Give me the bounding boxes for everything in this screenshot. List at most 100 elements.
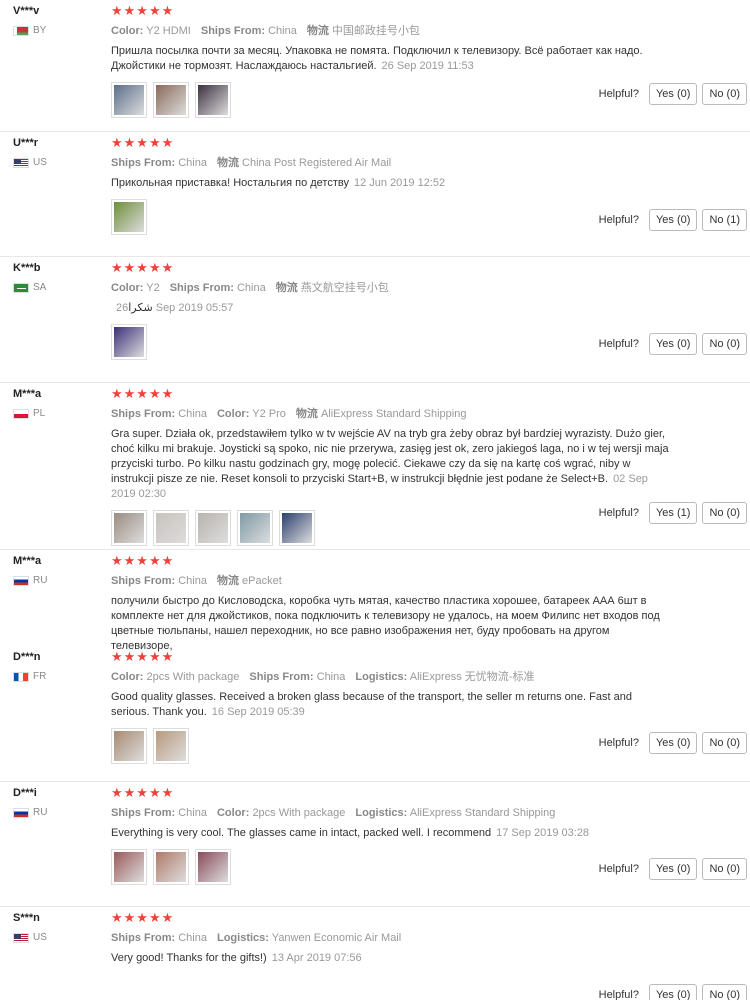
country-flag-icon [13, 672, 29, 682]
review-content: ★★★★★ Ships From: China Color: 2pcs With p… [111, 786, 671, 885]
review-photo-thumbnail[interactable] [111, 199, 147, 235]
review-body: Good quality glasses. Received a broken … [111, 691, 632, 718]
helpful-yes-button[interactable]: Yes (0) [648, 732, 698, 754]
order-info-label: Ships From: [111, 408, 176, 420]
helpful-label: Helpful? [598, 863, 639, 875]
order-info-value: 中国邮政挂号小包 [331, 25, 420, 37]
review-text: Very good! Thanks for the gifts!) 13 Apr … [111, 951, 671, 966]
country-flag-icon [13, 158, 29, 168]
helpful-label: Helpful? [598, 214, 639, 226]
order-info-value: China [316, 671, 346, 683]
review-photo-thumbnail[interactable] [195, 510, 231, 546]
helpful-no-button[interactable]: No (0) [702, 984, 747, 1000]
order-info-value: China [178, 932, 207, 944]
helpful-yes-button[interactable]: Yes (0) [648, 984, 698, 1000]
review-photo-thumbnail[interactable] [111, 728, 147, 764]
review-photos [111, 849, 671, 885]
order-info-label: Color: [216, 807, 250, 819]
order-info-value: China [268, 25, 297, 37]
country-code: SA [33, 282, 47, 293]
review-photo-thumbnail[interactable] [111, 324, 147, 360]
helpful-no-button[interactable]: No (1) [702, 209, 747, 231]
reviewer-country: US [13, 932, 103, 944]
order-info: Ships From: China Color: 2pcs With packag… [111, 806, 671, 820]
order-info-label: Ships From: [111, 157, 176, 169]
order-info-value: Y2 HDMI [146, 25, 191, 37]
order-info-label: Ships From: [111, 575, 176, 587]
reviewer-info: M***a PL [13, 387, 103, 420]
helpful-yes-button[interactable]: Yes (0) [648, 83, 698, 105]
reviewer-info: V***v BY [13, 4, 103, 37]
order-info-label: Logistics: [355, 807, 408, 819]
reviewer-name: U***r [13, 137, 39, 149]
star-rating: ★★★★★ [111, 649, 175, 664]
star-rating: ★★★★★ [111, 135, 175, 150]
helpful-no-button[interactable]: No (0) [702, 83, 747, 105]
country-flag-icon [13, 808, 29, 818]
review-photos [111, 324, 671, 360]
review-photo-thumbnail[interactable] [111, 82, 147, 118]
review-date: 17 Sep 2019 03:28 [496, 827, 590, 839]
star-rating: ★★★★★ [111, 386, 175, 401]
helpful-vote: Helpful? Yes (1) No (0) [599, 502, 747, 524]
review-photo-thumbnail[interactable] [237, 510, 273, 546]
order-info: Ships From: China 物流 ePacket [111, 574, 671, 588]
order-info: Ships From: China 物流 China Post Registere… [111, 156, 671, 170]
review-content: ★★★★★ Color: Y2 HDMI Ships From: China 物流 中… [111, 4, 671, 118]
review-photo-thumbnail[interactable] [111, 849, 147, 885]
helpful-no-button[interactable]: No (0) [702, 732, 747, 754]
helpful-no-button[interactable]: No (0) [702, 333, 747, 355]
order-info-value: AliExpress Standard Shipping [409, 807, 556, 819]
helpful-label: Helpful? [598, 507, 639, 519]
order-info: Color: Y2 HDMI Ships From: China 物流 中国邮政挂号… [111, 24, 671, 38]
country-flag-icon [13, 409, 29, 419]
review-photo-thumbnail[interactable] [195, 849, 231, 885]
review-photo-thumbnail[interactable] [195, 82, 231, 118]
star-rating: ★★★★★ [111, 910, 175, 925]
order-info-label: Color: [111, 25, 144, 37]
order-info: Color: 2pcs With package Ships From: Chin… [111, 670, 671, 684]
order-info-label: Ships From: [200, 25, 266, 37]
order-info-value: China [178, 575, 207, 587]
helpful-yes-button[interactable]: Yes (0) [648, 858, 698, 880]
order-info-value: 2pcs With package [146, 671, 240, 683]
helpful-yes-button[interactable]: Yes (1) [648, 502, 698, 524]
review-photo-thumbnail[interactable] [279, 510, 315, 546]
reviewer-country: BY [13, 25, 103, 37]
helpful-vote: Helpful? Yes (0) No (0) [599, 333, 747, 355]
reviewer-name: S***n [13, 912, 40, 924]
review-item: D***n FR ★★★★★ Color: 2pcs With package Ship… [0, 646, 750, 782]
helpful-yes-button[interactable]: Yes (0) [648, 209, 698, 231]
review-text: Пришла посылка почти за месяц. Упаковка … [111, 44, 671, 74]
review-photos [111, 199, 671, 235]
reviewer-country: SA [13, 282, 103, 294]
country-code: RU [33, 575, 48, 586]
order-info-label: Ships From: [249, 671, 314, 683]
review-photo-thumbnail[interactable] [153, 82, 189, 118]
review-item: M***a RU ★★★★★ Ships From: China 物流 ePacket п… [0, 550, 750, 652]
review-text: شكرا26 Sep 2019 05:57 [111, 301, 671, 316]
review-text: Прикольная приставка! Ностальгия по детс… [111, 176, 671, 191]
order-info-label: Logistics: [355, 671, 408, 683]
review-photo-thumbnail[interactable] [153, 849, 189, 885]
order-info-value: AliExpress Standard Shipping [320, 408, 467, 420]
helpful-vote: Helpful? Yes (0) No (0) [599, 83, 747, 105]
helpful-no-button[interactable]: No (0) [702, 858, 747, 880]
review-photo-thumbnail[interactable] [153, 510, 189, 546]
review-photo-thumbnail[interactable] [111, 510, 147, 546]
country-flag-icon [13, 283, 29, 293]
order-info-label: Color: [111, 282, 144, 294]
review-item: M***a PL ★★★★★ Ships From: China Color: Y2 P… [0, 383, 750, 550]
review-photo-thumbnail[interactable] [153, 728, 189, 764]
helpful-yes-button[interactable]: Yes (0) [648, 333, 698, 355]
review-date: 13 Apr 2019 07:56 [271, 952, 362, 964]
order-info-label: Ships From: [111, 932, 176, 944]
helpful-no-button[interactable]: No (0) [702, 502, 747, 524]
order-info-label: Logistics: [216, 932, 269, 944]
order-info-value: China Post Registered Air Mail [242, 157, 392, 169]
order-info-value: China [178, 157, 207, 169]
helpful-label: Helpful? [598, 737, 639, 749]
reviewer-info: K***b SA [13, 261, 103, 294]
reviewer-country: RU [13, 807, 103, 819]
review-photos [111, 728, 671, 764]
